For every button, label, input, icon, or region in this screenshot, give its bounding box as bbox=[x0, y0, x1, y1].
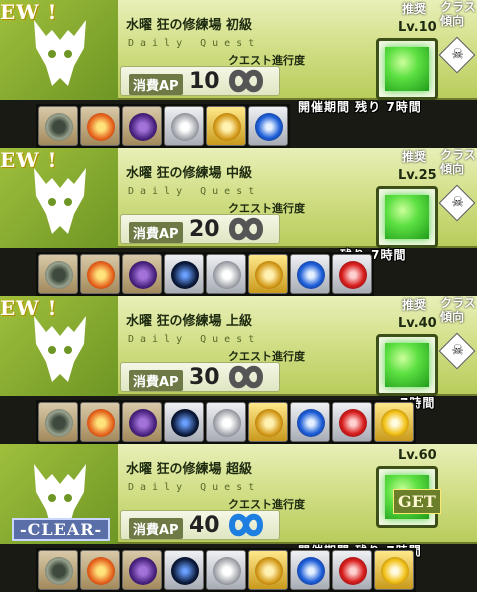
void-shard-icon bbox=[122, 254, 162, 294]
claw-icon bbox=[164, 402, 204, 442]
quest-title: 水曜 狂の修練場 中級 bbox=[126, 166, 253, 181]
ap-value: 30 bbox=[189, 365, 220, 390]
new-tag: EW ! bbox=[0, 0, 58, 24]
ap-label: 消費AP bbox=[129, 370, 183, 391]
gold-knight-icon bbox=[248, 402, 288, 442]
gold-knight-icon bbox=[248, 550, 288, 590]
hub-icon bbox=[38, 550, 78, 590]
class-tendency-label: クラス 傾向 bbox=[440, 296, 476, 324]
clear-tag: -CLEAR- bbox=[12, 518, 111, 541]
quest-banner[interactable]: EW ! 水曜 狂の修練場 上級 Daily Quest クエスト進行度 消費A… bbox=[0, 296, 477, 396]
new-tag: EW ! bbox=[0, 296, 58, 320]
quest-title: 水曜 狂の修練場 初級 bbox=[126, 18, 253, 33]
hub-icon bbox=[38, 106, 78, 146]
level-label: Lv.40 bbox=[398, 316, 437, 331]
level-label: Lv.25 bbox=[398, 168, 437, 183]
ap-label: 消費AP bbox=[129, 222, 183, 243]
void-shard-icon bbox=[122, 402, 162, 442]
red-gem-icon bbox=[332, 254, 372, 294]
gold-gem-icon bbox=[374, 402, 414, 442]
hub-icon bbox=[38, 254, 78, 294]
level-label: Lv.10 bbox=[398, 20, 437, 35]
ap-value: 20 bbox=[189, 217, 220, 242]
blue-gem-icon bbox=[290, 550, 330, 590]
ap-label: 消費AP bbox=[129, 74, 183, 95]
quest-entry[interactable]: -CLEAR- 水曜 狂の修練場 超級 Daily Quest クエスト進行度 … bbox=[0, 444, 477, 592]
quest-banner[interactable]: EW ! 水曜 狂の修練場 中級 Daily Quest クエスト進行度 消費A… bbox=[0, 148, 477, 248]
quest-banner[interactable]: -CLEAR- 水曜 狂の修練場 超級 Daily Quest クエスト進行度 … bbox=[0, 444, 477, 544]
gold-knight-icon bbox=[248, 254, 288, 294]
quest-entry[interactable]: EW ! 水曜 狂の修練場 上級 Daily Quest クエスト進行度 消費A… bbox=[0, 296, 477, 444]
quest-subtitle: Daily Quest bbox=[128, 334, 261, 345]
quest-entry[interactable]: EW ! 水曜 狂の修練場 中級 Daily Quest クエスト進行度 消費A… bbox=[0, 148, 477, 296]
recommend-label: 推奨 bbox=[402, 2, 427, 16]
berserker-emblem-icon bbox=[34, 168, 86, 234]
quest-banner[interactable]: EW ! 水曜 狂の修練場 初級 Daily Quest クエスト進行度 消費A… bbox=[0, 0, 477, 100]
infinity-icon bbox=[228, 513, 264, 537]
silver-knight-icon bbox=[164, 106, 204, 146]
recommend-label: 推奨 bbox=[402, 298, 427, 312]
infinity-icon bbox=[228, 365, 264, 389]
reward-cube-icon bbox=[376, 186, 438, 248]
recommend-label: 推奨 bbox=[402, 150, 427, 164]
berserker-class-icon: ☠ bbox=[438, 36, 476, 74]
red-gem-icon bbox=[332, 550, 372, 590]
class-tendency-label: クラス 傾向 bbox=[440, 148, 476, 176]
ap-value: 10 bbox=[189, 69, 220, 94]
ap-value: 40 bbox=[189, 513, 220, 538]
drop-list bbox=[36, 252, 374, 296]
red-gem-icon bbox=[332, 402, 372, 442]
reward-cube-icon: GET bbox=[376, 466, 441, 528]
blue-gem-icon bbox=[248, 106, 288, 146]
berserker-emblem-icon bbox=[34, 316, 86, 382]
drop-list bbox=[36, 548, 416, 592]
claw-icon bbox=[164, 254, 204, 294]
level-label: Lv.60 bbox=[398, 448, 437, 463]
event-period: 開催期間 残り 7時間 bbox=[298, 100, 422, 114]
gold-gem-icon bbox=[374, 550, 414, 590]
silver-knight-icon bbox=[206, 402, 246, 442]
infinity-icon bbox=[228, 217, 264, 241]
hub-icon bbox=[38, 402, 78, 442]
fire-gem-icon bbox=[80, 402, 120, 442]
gold-knight-icon bbox=[206, 106, 246, 146]
silver-knight-icon bbox=[206, 550, 246, 590]
new-tag: EW ! bbox=[0, 148, 58, 172]
fire-gem-icon bbox=[80, 106, 120, 146]
quest-title: 水曜 狂の修練場 超級 bbox=[126, 462, 253, 477]
quest-entry[interactable]: EW ! 水曜 狂の修練場 初級 Daily Quest クエスト進行度 消費A… bbox=[0, 0, 477, 148]
quest-subtitle: Daily Quest bbox=[128, 186, 261, 197]
blue-gem-icon bbox=[290, 402, 330, 442]
quest-title: 水曜 狂の修練場 上級 bbox=[126, 314, 253, 329]
fire-gem-icon bbox=[80, 550, 120, 590]
quest-subtitle: Daily Quest bbox=[128, 482, 261, 493]
berserker-class-icon: ☠ bbox=[438, 332, 476, 370]
drop-list bbox=[36, 104, 290, 148]
reward-cube-icon bbox=[376, 334, 438, 396]
fire-gem-icon bbox=[80, 254, 120, 294]
infinity-icon bbox=[228, 69, 264, 93]
reward-cube-icon bbox=[376, 38, 438, 100]
void-shard-icon bbox=[122, 106, 162, 146]
claw-icon bbox=[164, 550, 204, 590]
silver-knight-icon bbox=[206, 254, 246, 294]
quest-subtitle: Daily Quest bbox=[128, 38, 261, 49]
ap-label: 消費AP bbox=[129, 518, 183, 539]
blue-gem-icon bbox=[290, 254, 330, 294]
get-badge: GET bbox=[393, 489, 441, 514]
berserker-emblem-icon bbox=[34, 20, 86, 86]
void-shard-icon bbox=[122, 550, 162, 590]
class-tendency-label: クラス 傾向 bbox=[440, 0, 476, 28]
drop-list bbox=[36, 400, 416, 444]
berserker-class-icon: ☠ bbox=[438, 184, 476, 222]
